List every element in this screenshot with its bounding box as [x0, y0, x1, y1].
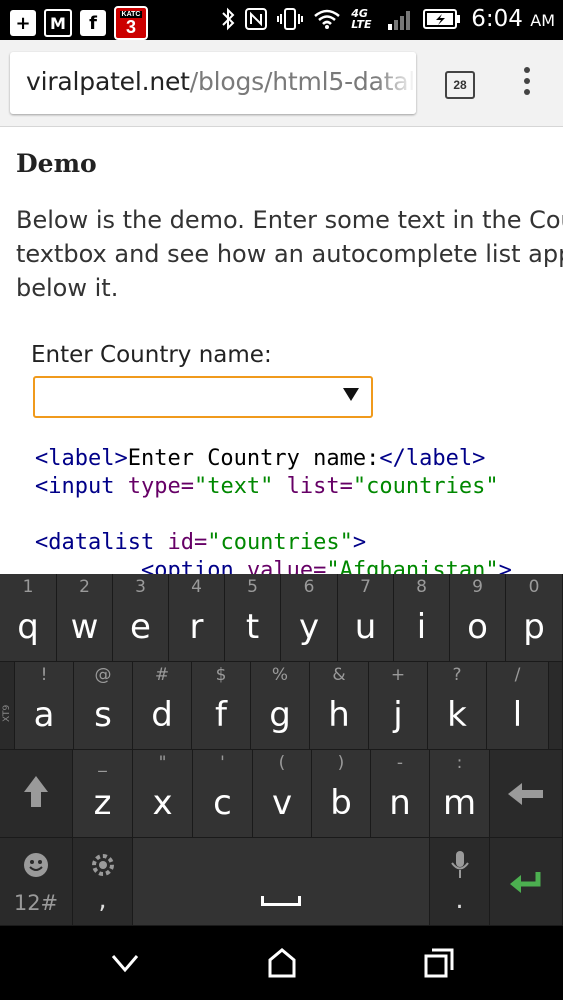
key-q[interactable]: 1q: [0, 574, 57, 662]
emoji-icon: [24, 853, 48, 877]
overflow-menu-icon[interactable]: [517, 67, 537, 103]
clock-ampm: AM: [530, 11, 555, 30]
lte-4g-icon: 4G LTE: [351, 7, 372, 31]
recent-apps-icon[interactable]: [418, 946, 458, 980]
country-label: Enter Country name:: [31, 342, 272, 368]
url-text: viralpatel.net/blogs/html5-datali: [26, 67, 416, 96]
vibrate-icon: [277, 8, 304, 30]
key-o[interactable]: 9o: [450, 574, 506, 662]
dropdown-arrow-icon[interactable]: [343, 388, 359, 401]
key-w[interactable]: 2w: [57, 574, 113, 662]
code-sample: <label>Enter Country name:</label> <input…: [35, 445, 512, 574]
add-box-icon: +: [10, 10, 36, 36]
key-c[interactable]: ' c: [193, 750, 253, 838]
bluetooth-icon: [222, 7, 235, 31]
url-bar[interactable]: viralpatel.net/blogs/html5-datali: [10, 52, 416, 114]
wifi-icon: [314, 9, 341, 29]
paragraph-line: Below is the demo. Enter some text in th…: [16, 206, 563, 234]
clock: 6:04 AM: [471, 6, 555, 32]
key-l[interactable]: / l: [487, 662, 549, 750]
url-host: viralpatel.net: [26, 67, 190, 96]
code-line: <input type="text" list="countries": [35, 474, 499, 499]
space-icon[interactable]: [133, 838, 430, 926]
code-line: <label>Enter Country name:</label>: [35, 446, 486, 471]
shift-icon[interactable]: [0, 750, 73, 838]
xt9-label: XT9: [2, 704, 12, 722]
key-z[interactable]: _ z: [73, 750, 133, 838]
url-fade: [376, 52, 416, 114]
key-i[interactable]: 8i: [394, 574, 450, 662]
gmail-icon: M: [44, 9, 72, 37]
microphone-icon: [451, 851, 469, 878]
enter-icon[interactable]: [490, 838, 563, 926]
code-line: <datalist id="countries">: [35, 530, 367, 555]
key-m[interactable]: :m: [430, 750, 490, 838]
key-r[interactable]: 4r: [169, 574, 225, 662]
country-input[interactable]: [33, 376, 373, 418]
system-nav-bar: [0, 926, 563, 1000]
status-bar: + M f KATC 3 4G LTE 6:04 AM: [0, 0, 563, 40]
key-k[interactable]: ? k: [428, 662, 487, 750]
cell-signal-icon: [388, 11, 411, 30]
key-x[interactable]: " x: [133, 750, 193, 838]
comma-label: ,: [98, 885, 107, 915]
web-page: Demo Below is the demo. Enter some text …: [0, 127, 563, 574]
key-b[interactable]: ) b: [312, 750, 371, 838]
settings-gear-icon: [92, 854, 114, 876]
home-icon[interactable]: [262, 946, 302, 980]
demo-description: Below is the demo. Enter some text in th…: [16, 203, 563, 305]
system-indicators: 4G LTE 6:04 AM: [221, 6, 555, 32]
code-line: <option value="Afghanistan">: [140, 558, 512, 574]
backspace-icon[interactable]: [490, 750, 563, 838]
key-g[interactable]: % g: [251, 662, 310, 750]
key-t[interactable]: 5t: [225, 574, 281, 662]
key-h[interactable]: & h: [310, 662, 369, 750]
tv-badge-number: 3: [125, 16, 136, 37]
xt9-side-strip: XT9: [0, 662, 15, 750]
notification-icons: + M f KATC 3: [10, 6, 148, 40]
clock-time: 6:04: [471, 6, 523, 32]
back-icon[interactable]: [105, 946, 145, 980]
katc3-app-icon: KATC 3: [114, 6, 148, 40]
battery-charging-icon: [423, 9, 461, 29]
keyboard-side-strip: [549, 662, 563, 750]
settings-comma-key[interactable]: ,: [73, 838, 133, 926]
facebook-icon: f: [80, 10, 106, 36]
key-f[interactable]: $ f: [192, 662, 251, 750]
enter-arrow-icon: [510, 872, 541, 893]
symbols-label: 12#: [13, 891, 59, 915]
tab-switcher-icon[interactable]: 28: [445, 71, 475, 99]
paragraph-line: below it.: [16, 274, 119, 302]
key-e[interactable]: 3e: [113, 574, 169, 662]
key-n[interactable]: -n: [371, 750, 430, 838]
key-p[interactable]: 0p: [506, 574, 563, 662]
key-j[interactable]: + j: [369, 662, 428, 750]
nfc-icon: [245, 8, 268, 30]
key-y[interactable]: 6y: [281, 574, 338, 662]
soft-keyboard: 1q 2w 3e 4r 5t 6y 7u 8i 9o 0p XT9 ! a @ s …: [0, 574, 563, 926]
browser-toolbar: viralpatel.net/blogs/html5-datali 28: [0, 40, 563, 127]
period-label: .: [455, 885, 464, 915]
key-s[interactable]: @ s: [74, 662, 133, 750]
key-a[interactable]: ! a: [15, 662, 74, 750]
key-d[interactable]: # d: [133, 662, 192, 750]
section-heading: Demo: [16, 149, 97, 178]
key-v[interactable]: (v: [253, 750, 312, 838]
paragraph-line: textbox and see how an autocomplete list…: [16, 240, 563, 268]
symbols-emoji-key[interactable]: 12#: [0, 838, 73, 926]
tab-count: 28: [453, 78, 467, 92]
key-u[interactable]: 7u: [338, 574, 394, 662]
mic-period-key[interactable]: .: [430, 838, 490, 926]
